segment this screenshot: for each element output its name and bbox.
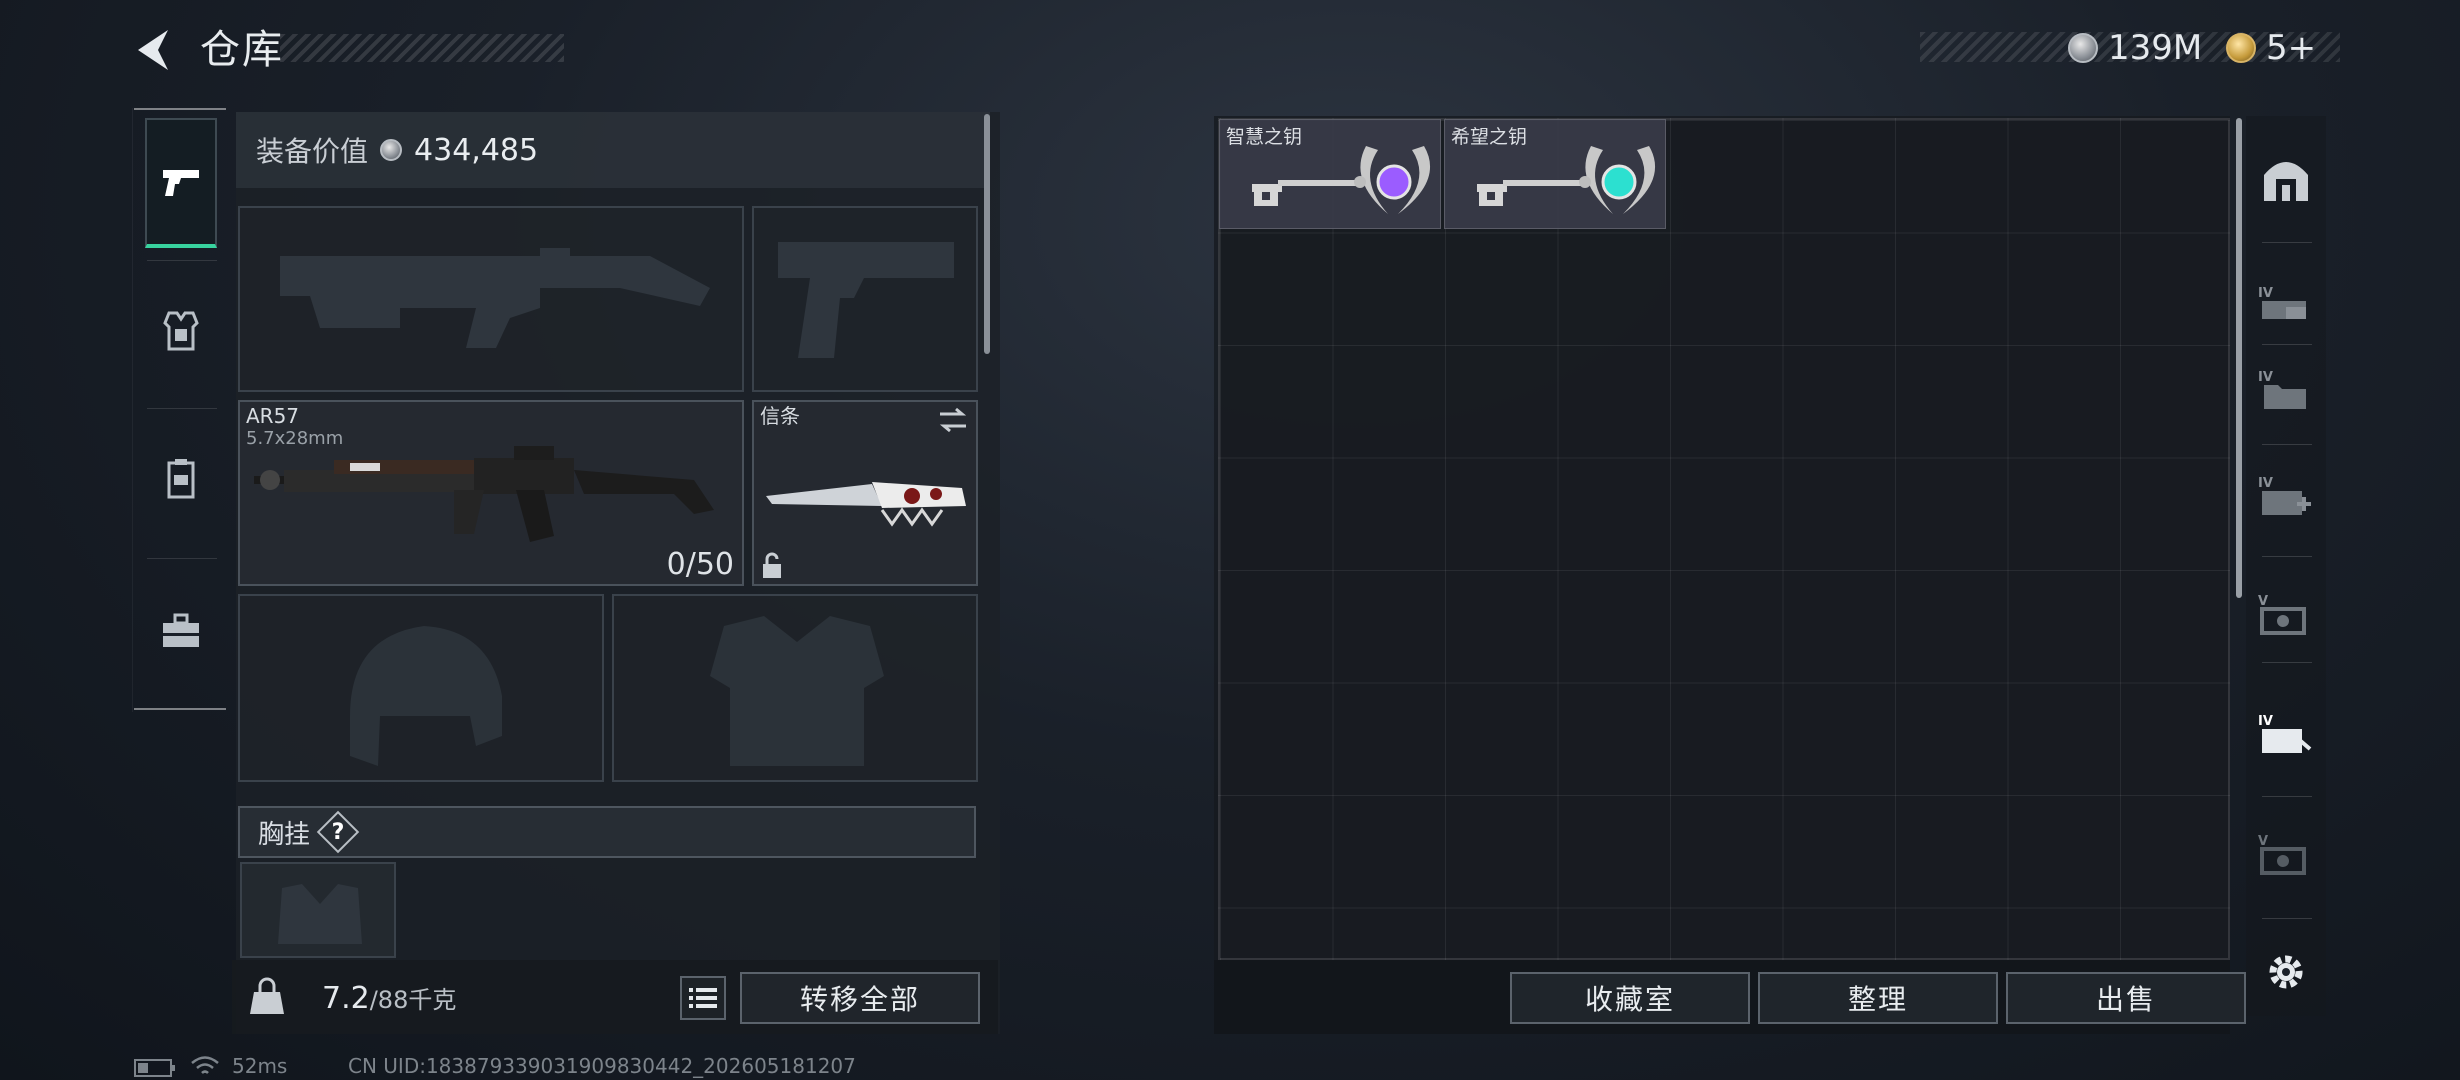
gold-coin-icon — [2226, 33, 2256, 63]
weight-icon — [250, 977, 284, 1014]
backpack-icon — [167, 459, 195, 499]
transfer-all-button[interactable]: 转移全部 — [740, 972, 980, 1024]
sort-button[interactable]: 整理 — [1758, 972, 1998, 1024]
rifle-silhouette-icon — [280, 248, 710, 348]
tab-container-3[interactable]: IV — [2248, 442, 2324, 552]
collection-room-button[interactable]: 收藏室 — [1510, 972, 1750, 1024]
leftnav-bottom-line — [134, 708, 226, 710]
nav-divider — [147, 408, 217, 409]
title-decoration — [280, 34, 564, 62]
medical-container-icon: IV — [2258, 476, 2311, 515]
current-weight: 7.2 — [322, 981, 370, 1016]
equipment-value-amount: 434,485 — [414, 132, 539, 168]
weapon-ammo-count: 0/50 — [666, 547, 734, 582]
melee-name: 信条 — [760, 404, 800, 428]
chest-rig-header: 胸挂 ? — [238, 806, 976, 858]
tab-case[interactable] — [145, 566, 217, 696]
primary-weapon-slot[interactable] — [238, 206, 744, 392]
armor-vest-icon — [163, 311, 199, 351]
network-latency: 52ms — [232, 1054, 288, 1078]
swap-icon[interactable] — [938, 406, 968, 434]
settings-gear-icon[interactable] — [2264, 950, 2308, 994]
tab-all-storage[interactable] — [2248, 124, 2324, 234]
lock-icon — [763, 552, 781, 578]
inventory-item-key[interactable]: 智慧之钥 — [1219, 119, 1441, 229]
equipment-value-header: 装备价值 434,485 — [236, 112, 990, 188]
help-mark: ? — [331, 819, 345, 845]
gold-coin-amount: 5+ — [2266, 28, 2317, 68]
player-uid: CN UID:18387933903190983044​2_2026051812… — [348, 1054, 856, 1078]
tab-container-5[interactable]: IV — [2248, 680, 2324, 790]
silver-coin-icon — [380, 139, 403, 161]
container-tier: IV — [2258, 286, 2273, 301]
sidearm-slot[interactable] — [752, 206, 978, 392]
equipped-weapon-slot[interactable]: AR57 5.7x28mm 0/50 — [238, 400, 744, 586]
helmet-slot[interactable] — [238, 594, 604, 782]
nav-divider — [2262, 796, 2312, 797]
melee-slot[interactable]: 信条 — [752, 400, 978, 586]
gloves-container-icon: IV — [2258, 714, 2312, 753]
inventory-item-key[interactable]: 希望之钥 — [1444, 119, 1666, 229]
body-armor-slot[interactable] — [612, 594, 978, 782]
weapon-name: AR57 — [246, 404, 300, 428]
combat-knife-icon — [766, 482, 966, 527]
container-tier: IV — [2258, 370, 2273, 385]
weight-capacity: /88千克 — [369, 986, 457, 1014]
nav-divider — [2262, 242, 2312, 243]
chest-rig-label: 胸挂 — [258, 819, 311, 850]
container-icon: IV — [2258, 286, 2306, 319]
tab-container-4[interactable]: V — [2248, 560, 2324, 670]
tab-container-2[interactable]: IV — [2248, 336, 2324, 446]
left-category-nav — [132, 108, 226, 712]
storage-scrollbar[interactable] — [2236, 118, 2242, 598]
battery-icon — [134, 1059, 175, 1077]
chest-rig-slot[interactable] — [240, 862, 396, 958]
silver-coin-icon — [2068, 33, 2098, 63]
nav-divider — [147, 260, 217, 261]
nav-divider — [2262, 918, 2312, 919]
equipment-scrollbar[interactable] — [984, 114, 990, 354]
currency-gold[interactable]: 5+ — [2226, 26, 2316, 70]
weight-readout: 7.2/88千克 — [322, 980, 456, 1016]
container-tier: V — [2258, 834, 2268, 849]
nav-divider — [2262, 662, 2312, 663]
container-tier: IV — [2258, 714, 2273, 729]
container-tier: V — [2258, 594, 2268, 609]
list-view-button[interactable] — [680, 976, 726, 1020]
pistol-icon — [163, 170, 199, 196]
ar57-rifle-icon — [254, 446, 714, 542]
safe-container-icon: V — [2258, 594, 2306, 635]
tab-armor[interactable] — [145, 266, 217, 396]
back-arrow-icon[interactable] — [128, 22, 184, 78]
key-icon — [1477, 146, 1656, 214]
tab-weapons[interactable] — [145, 118, 217, 248]
silver-coin-amount: 139M — [2108, 28, 2203, 68]
container-tier: IV — [2258, 476, 2273, 491]
currency-silver[interactable]: 139M — [2068, 26, 2202, 70]
help-icon[interactable]: ? — [320, 814, 356, 850]
tab-backpack[interactable] — [145, 414, 217, 544]
equipment-value-label: 装备价值 — [256, 135, 369, 168]
nav-divider — [2262, 556, 2312, 557]
sell-button[interactable]: 出售 — [2006, 972, 2246, 1024]
storage-grid[interactable] — [1218, 118, 2230, 960]
helmet-silhouette-icon — [350, 626, 502, 766]
key-icon — [1252, 146, 1431, 214]
toolbox-icon — [163, 613, 199, 647]
nav-divider — [147, 558, 217, 559]
safe-container-icon: V — [2258, 834, 2306, 875]
page-title: 仓库 — [200, 27, 284, 73]
chest-rig-silhouette-icon — [278, 884, 362, 944]
tab-container-6[interactable]: V — [2248, 800, 2324, 910]
wifi-icon — [191, 1056, 219, 1074]
vest-silhouette-icon — [710, 616, 884, 766]
pistol-silhouette-icon — [778, 242, 954, 358]
vault-icon — [2264, 162, 2308, 201]
list-icon — [689, 988, 717, 1008]
folder-container-icon: IV — [2258, 370, 2306, 409]
